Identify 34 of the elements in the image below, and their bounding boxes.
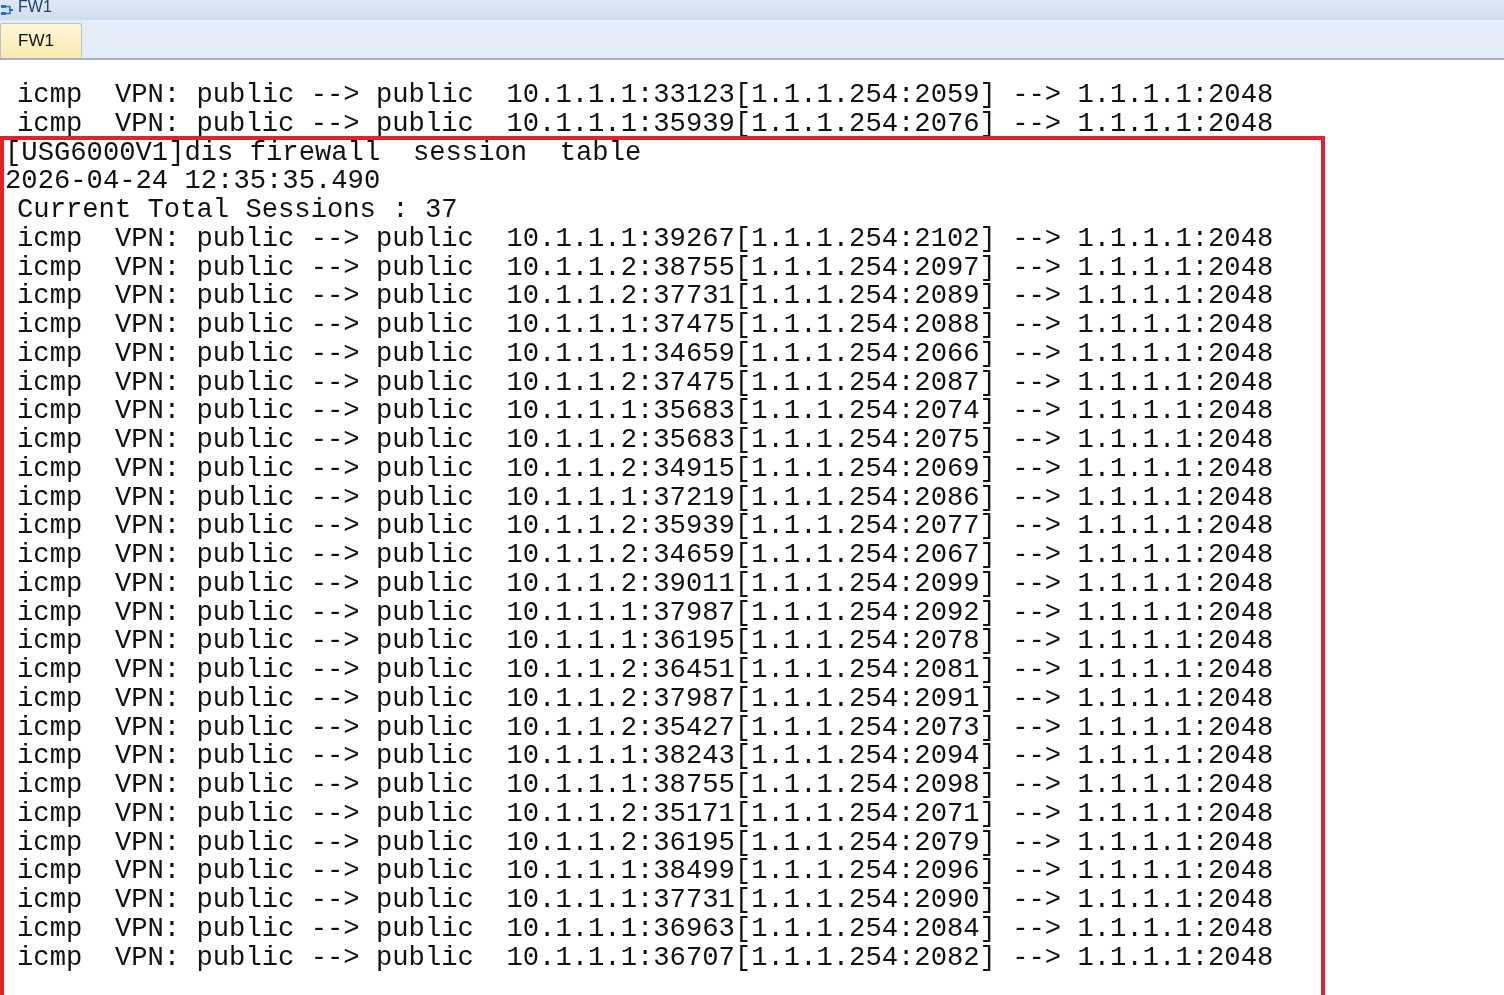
terminal-line: icmp VPN: public --> public 10.1.1.1:38499[1.1.1.254:2096] --> 1.1.1.1:2048 [17,859,1274,884]
terminal-line: icmp VPN: public --> public 10.1.1.1:35939[1.1.1.254:2076] --> 1.1.1.1:2048 [17,111,1274,136]
terminal-line: icmp VPN: public --> public 10.1.1.2:38755[1.1.1.254:2097] --> 1.1.1.1:2048 [17,255,1274,280]
terminal-line: icmp VPN: public --> public 10.1.1.1:36195[1.1.1.254:2078] --> 1.1.1.1:2048 [17,629,1274,654]
terminal-line: icmp VPN: public --> public 10.1.1.1:37219[1.1.1.254:2086] --> 1.1.1.1:2048 [17,485,1274,510]
terminal-line: icmp VPN: public --> public 10.1.1.1:39267[1.1.1.254:2102] --> 1.1.1.1:2048 [17,226,1274,251]
terminal-line: icmp VPN: public --> public 10.1.1.2:39011[1.1.1.254:2099] --> 1.1.1.1:2048 [17,571,1274,596]
terminal-line: 2026-04-24 12:35:35.490 [5,169,381,194]
tab[interactable]: FW1 [0,23,82,58]
terminal-line: icmp VPN: public --> public 10.1.1.1:34659[1.1.1.254:2066] --> 1.1.1.1:2048 [17,341,1274,366]
terminal-line: icmp VPN: public --> public 10.1.1.2:37475[1.1.1.254:2087] --> 1.1.1.1:2048 [17,370,1274,395]
terminal-line: icmp VPN: public --> public 10.1.1.2:35171[1.1.1.254:2071] --> 1.1.1.1:2048 [17,801,1274,826]
terminal-line: icmp VPN: public --> public 10.1.1.2:37731[1.1.1.254:2089] --> 1.1.1.1:2048 [17,284,1274,309]
terminal-line: icmp VPN: public --> public 10.1.1.1:36963[1.1.1.254:2084] --> 1.1.1.1:2048 [17,916,1274,941]
terminal-line: icmp VPN: public --> public 10.1.1.1:35683[1.1.1.254:2074] --> 1.1.1.1:2048 [17,399,1274,424]
terminal-line: icmp VPN: public --> public 10.1.1.2:35427[1.1.1.254:2073] --> 1.1.1.1:2048 [17,715,1274,740]
terminal-line: Current Total Sessions : 37 [17,198,458,223]
terminal-line: [USG6000V1]dis firewall session table [5,140,642,165]
terminal-line: icmp VPN: public --> public 10.1.1.2:35939[1.1.1.254:2077] --> 1.1.1.1:2048 [17,514,1274,539]
terminal-line: icmp VPN: public --> public 10.1.1.2:36195[1.1.1.254:2079] --> 1.1.1.1:2048 [17,830,1274,855]
terminal-line: icmp VPN: public --> public 10.1.1.1:37987[1.1.1.254:2092] --> 1.1.1.1:2048 [17,600,1274,625]
terminal-line: icmp VPN: public --> public 10.1.1.1:38755[1.1.1.254:2098] --> 1.1.1.1:2048 [17,773,1274,798]
terminal-line: icmp VPN: public --> public 10.1.1.2:34915[1.1.1.254:2069] --> 1.1.1.1:2048 [17,456,1274,481]
terminal-line: icmp VPN: public --> public 10.1.1.1:36707[1.1.1.254:2082] --> 1.1.1.1:2048 [17,945,1274,970]
terminal-line: icmp VPN: public --> public 10.1.1.2:36451[1.1.1.254:2081] --> 1.1.1.1:2048 [17,658,1274,683]
terminal-line: icmp VPN: public --> public 10.1.1.1:37475[1.1.1.254:2088] --> 1.1.1.1:2048 [17,313,1274,338]
terminal-line: icmp VPN: public --> public 10.1.1.2:34659[1.1.1.254:2067] --> 1.1.1.1:2048 [17,543,1274,568]
terminal-line: icmp VPN: public --> public 10.1.1.1:38243[1.1.1.254:2094] --> 1.1.1.1:2048 [17,744,1274,769]
terminal-line: icmp VPN: public --> public 10.1.1.2:37987[1.1.1.254:2091] --> 1.1.1.1:2048 [17,686,1274,711]
terminal-line: icmp VPN: public --> public 10.1.1.2:35683[1.1.1.254:2075] --> 1.1.1.1:2048 [17,428,1274,453]
terminal-line: icmp VPN: public --> public 10.1.1.1:37731[1.1.1.254:2090] --> 1.1.1.1:2048 [17,888,1274,913]
window-title: FW1 [18,0,52,17]
network-icon [0,3,14,17]
terminal-line: icmp VPN: public --> public 10.1.1.1:33123[1.1.1.254:2059] --> 1.1.1.1:2048 [17,83,1274,108]
